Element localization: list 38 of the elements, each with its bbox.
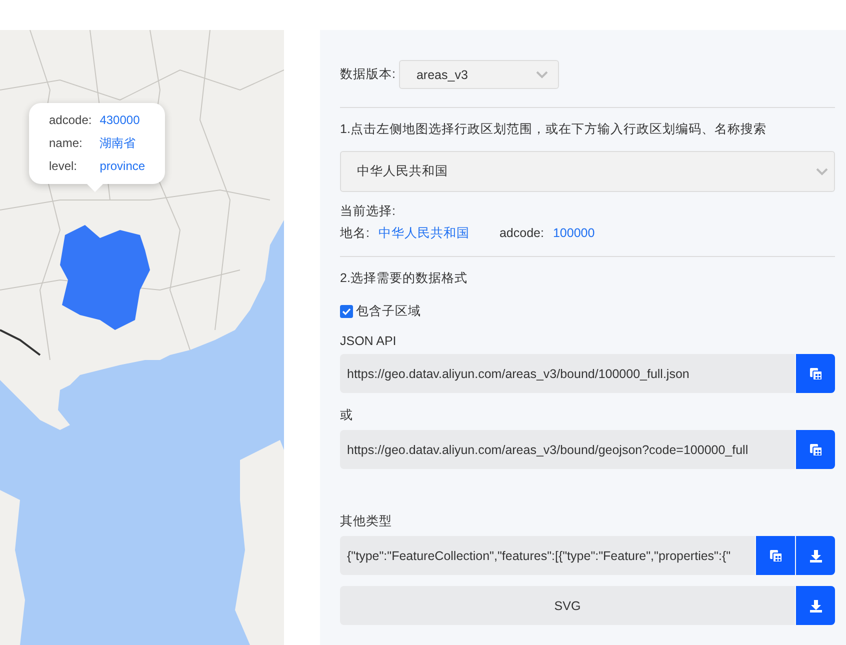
tooltip-value: 湖南省 — [100, 135, 137, 152]
version-label: 数据版本: — [340, 66, 396, 83]
download-icon — [808, 548, 822, 562]
step-instruction: 2.选择需要的数据格式 — [340, 270, 468, 287]
svg-format-button[interactable]: SVG — [340, 586, 795, 625]
copy-icon — [768, 548, 782, 562]
copy-icon — [808, 366, 822, 380]
step-instruction: 1.点击左侧地图选择行政区划范围，或在下方输入行政区划编码、名称搜索 — [340, 121, 768, 138]
region-select[interactable]: 中华人民共和国 — [340, 151, 835, 192]
adcode-value: 100000 — [552, 225, 595, 242]
copy-icon — [808, 442, 822, 456]
field-label: JSON API — [340, 334, 398, 348]
current-selection-heading: 当前选择: — [340, 204, 396, 218]
version-select[interactable]: areas_v3 — [399, 60, 560, 89]
tooltip-value: 430000 — [100, 112, 141, 129]
adcode-label: adcode: — [499, 225, 544, 242]
url-field[interactable]: https://geo.datav.aliyun.com/areas_v3/bound/100000_full.json — [340, 354, 795, 393]
map-drawing[interactable] — [0, 30, 284, 645]
checkbox[interactable] — [340, 305, 353, 318]
download-button[interactable] — [796, 586, 835, 625]
copy-button[interactable] — [796, 354, 835, 393]
field-label: 其他类型 — [340, 513, 393, 530]
tooltip-label: level: — [49, 158, 78, 175]
checkbox-label: 包含子区域 — [356, 303, 421, 320]
caret-icon — [536, 70, 548, 78]
url-field[interactable]: {"type":"FeatureCollection","features":[{"type":"Feature","properties":{" — [340, 536, 755, 575]
caret-icon — [816, 168, 828, 176]
tooltip-value: province — [100, 158, 146, 175]
copy-button[interactable] — [756, 536, 795, 575]
field-label: 或 — [340, 407, 354, 424]
tooltip-label: adcode: — [49, 112, 92, 129]
name-label: 地名: — [340, 225, 370, 242]
copy-button[interactable] — [796, 430, 835, 469]
tooltip-label: name: — [49, 135, 84, 152]
name-value: 中华人民共和国 — [378, 225, 470, 242]
download-icon — [808, 598, 822, 612]
download-button[interactable] — [796, 536, 835, 575]
url-field[interactable]: https://geo.datav.aliyun.com/areas_v3/bound/geojson?code=100000_full — [340, 430, 795, 469]
